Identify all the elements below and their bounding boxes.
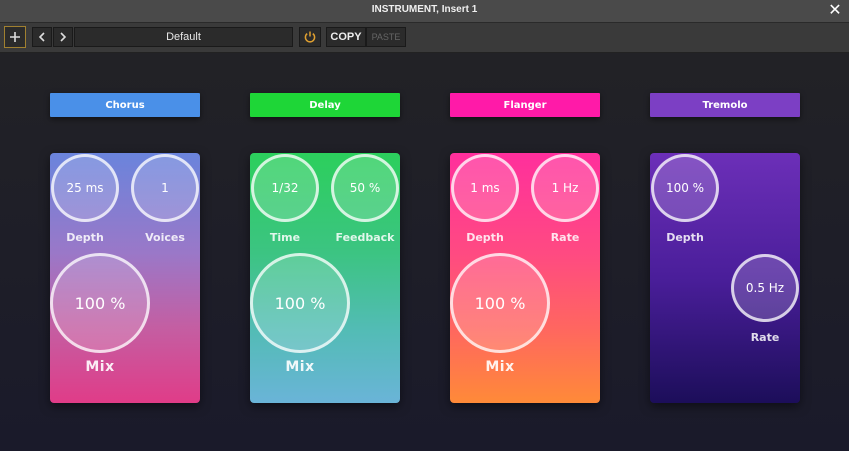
tremolo-rate-knob[interactable]: 0.5 Hz [731,254,799,322]
chorus-mix-knob[interactable]: 100 % [50,253,150,353]
chorus-voices-knob[interactable]: 1 [131,154,199,222]
tremolo-depth-label: Depth [666,231,704,244]
title-bar: INSTRUMENT, Insert 1 ✕ [0,0,849,23]
tremolo-rate-label: Rate [750,331,780,344]
delay-time-label: Time [269,231,301,244]
chorus-depth-label: Depth [66,231,104,244]
preset-selector[interactable]: Default [74,27,293,47]
module-title-delay[interactable]: Delay [250,93,400,117]
add-button[interactable] [4,26,26,48]
toolbar: Default COPY PASTE [0,23,849,53]
panel-tremolo: 100 % Depth 0.5 Hz Rate [650,153,800,403]
delay-time-knob[interactable]: 1/32 [251,154,319,222]
close-icon[interactable]: ✕ [827,2,843,18]
module-title-chorus[interactable]: Chorus [50,93,200,117]
previous-preset-button[interactable] [32,27,52,47]
panel-chorus: 25 ms Depth 1 Voices 100 % Mix [50,153,200,403]
plus-icon [10,32,20,42]
chevron-left-icon [38,32,45,42]
paste-button[interactable]: PASTE [366,27,406,47]
chorus-mix-label: Mix [85,359,115,375]
chorus-voices-label: Voices [145,231,185,244]
chevron-right-icon [60,32,67,42]
delay-mix-label: Mix [285,359,315,375]
delay-mix-knob[interactable]: 100 % [250,253,350,353]
power-icon [304,31,316,43]
flanger-rate-label: Rate [550,231,580,244]
chorus-depth-knob[interactable]: 25 ms [51,154,119,222]
tremolo-depth-knob[interactable]: 100 % [651,154,719,222]
module-title-flanger[interactable]: Flanger [450,93,600,117]
flanger-rate-knob[interactable]: 1 Hz [531,154,599,222]
flanger-depth-knob[interactable]: 1 ms [451,154,519,222]
flanger-mix-label: Mix [485,359,515,375]
flanger-mix-knob[interactable]: 100 % [450,253,550,353]
effects-area: Chorus 25 ms Depth 1 Voices 100 % Mix De… [0,53,849,451]
panel-delay: 1/32 Time 50 % Feedback 100 % Mix [250,153,400,403]
panel-flanger: 1 ms Depth 1 Hz Rate 100 % Mix [450,153,600,403]
delay-feedback-label: Feedback [335,231,395,244]
window-title: INSTRUMENT, Insert 1 [371,4,478,15]
next-preset-button[interactable] [53,27,73,47]
flanger-depth-label: Depth [466,231,504,244]
delay-feedback-knob[interactable]: 50 % [331,154,399,222]
power-button[interactable] [299,27,321,47]
module-title-tremolo[interactable]: Tremolo [650,93,800,117]
copy-button[interactable]: COPY [326,27,366,47]
